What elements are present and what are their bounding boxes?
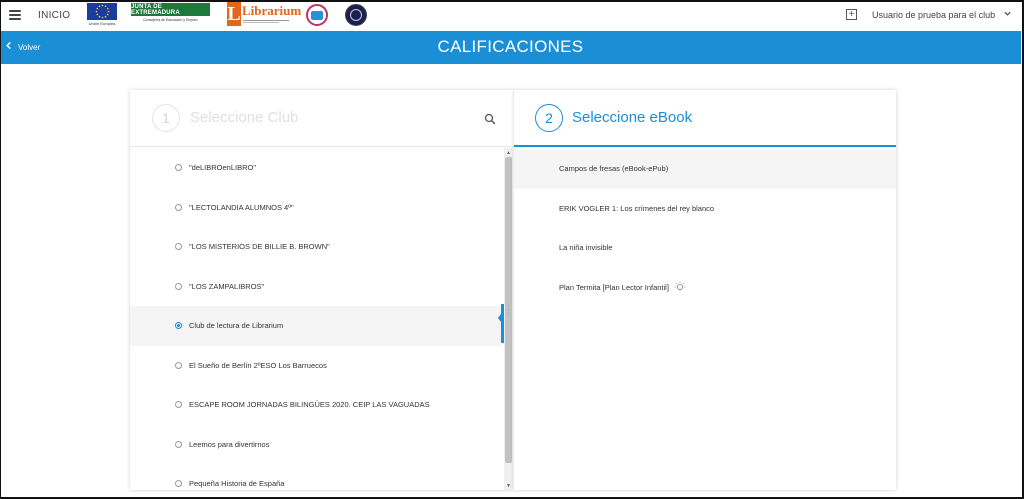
club-label: "deLIBROenLIBRO" <box>189 163 257 173</box>
club-label: El Sueño de Berlín 2ºESO Los Barruecos <box>189 360 327 370</box>
radio-button[interactable] <box>175 164 182 172</box>
librarium-logo-word: Librarium <box>242 3 302 18</box>
chevron-down-icon[interactable] <box>1003 9 1012 21</box>
partner-logo-badge <box>306 4 328 26</box>
ebook-list-item-active[interactable]: Campos de fresas (eBook-ePub) <box>514 149 896 189</box>
lightbulb-icon <box>674 281 686 293</box>
librarium-logo-letter: L <box>227 2 241 26</box>
ebook-list: Campos de fresas (eBook-ePub) ERIK VOGLE… <box>514 149 896 307</box>
club-list-scrollbar[interactable]: ▲ ▼ <box>504 148 513 490</box>
club-list-item[interactable]: ESCAPE ROOM JORNADAS BILINGÜES 2020. CEI… <box>130 385 502 425</box>
step1-number: 1 <box>152 104 180 132</box>
scroll-up-icon[interactable]: ▲ <box>504 148 513 157</box>
ebook-label: La niña invisible <box>559 243 613 253</box>
club-list-item[interactable]: "LOS ZAMPALIBROS" <box>130 267 502 307</box>
radio-button-selected[interactable] <box>175 322 182 330</box>
ebook-list-item[interactable]: ERIK VOGLER 1: Los crímenes del rey blan… <box>514 189 896 229</box>
hamburger-icon[interactable] <box>9 10 21 20</box>
librarium-logo-tagline <box>243 19 291 25</box>
panel-resize-handle[interactable]: · · · <box>506 303 511 317</box>
club-label: "LECTOLANDIA ALUMNOS 4º" <box>189 202 294 212</box>
radio-button[interactable] <box>175 203 182 211</box>
top-bar: INICIO Unión Europea JUNTA DE EXTREMADUR… <box>0 0 1024 31</box>
plus-square-icon[interactable]: + <box>846 9 857 20</box>
club-label: "LOS MISTERIOS DE BILLIE B. BROWN" <box>189 242 330 252</box>
ebook-selection-panel: 2 Seleccione eBook Campos de fresas (eBo… <box>514 90 896 490</box>
radio-button[interactable] <box>175 243 182 251</box>
search-icon[interactable] <box>484 112 496 125</box>
step2-title: Seleccione eBook <box>572 109 693 126</box>
page-header: Volver CALIFICACIONES <box>0 31 1021 64</box>
step2-number: 2 <box>535 104 563 132</box>
inicio-link[interactable]: INICIO <box>38 10 70 21</box>
club-list-item-selected[interactable]: Club de lectura de Librarium <box>130 306 502 346</box>
ebook-list-item[interactable]: La niña invisible <box>514 228 896 268</box>
club-list-item[interactable]: "deLIBROenLIBRO" <box>130 148 502 188</box>
user-menu-label[interactable]: Usuario de prueba para el club <box>872 10 995 20</box>
radio-button[interactable] <box>175 282 182 290</box>
scroll-down-icon[interactable]: ▼ <box>504 481 513 490</box>
radio-button[interactable] <box>175 401 182 409</box>
radio-button[interactable] <box>175 440 182 448</box>
club-list-item[interactable]: "LOS MISTERIOS DE BILLIE B. BROWN" <box>130 227 502 267</box>
ebook-label: Campos de fresas (eBook-ePub) <box>559 164 669 174</box>
partner-logo-seal <box>345 4 367 26</box>
club-label: Club de lectura de Librarium <box>189 321 284 331</box>
junta-logo-label: JUNTA DE EXTREMADURA <box>131 3 210 16</box>
step2-header: 2 Seleccione eBook <box>514 90 896 147</box>
radio-button[interactable] <box>175 480 182 488</box>
librarium-logo: L Librarium <box>227 2 301 28</box>
eu-logo: Unión Europea <box>87 3 117 27</box>
club-label: Leemos para divertirnos <box>189 439 270 449</box>
junta-logo-sub: Consejería de Educación y Empleo <box>143 18 198 22</box>
eu-logo-caption: Unión Europea <box>88 21 116 26</box>
club-list-item[interactable]: Pequeña Historia de España <box>130 464 502 490</box>
selection-indicator-arrow <box>498 310 504 326</box>
club-list-item[interactable]: Leemos para divertirnos <box>130 425 502 465</box>
club-label: Pequeña Historia de España <box>189 479 285 489</box>
junta-extremadura-logo: JUNTA DE EXTREMADURA Consejería de Educa… <box>131 3 210 27</box>
club-list: "deLIBROenLIBRO" "LECTOLANDIA ALUMNOS 4º… <box>130 148 502 490</box>
club-list-item[interactable]: El Sueño de Berlín 2ºESO Los Barruecos <box>130 346 502 386</box>
club-label: ESCAPE ROOM JORNADAS BILINGÜES 2020. CEI… <box>189 400 430 410</box>
ebook-label: ERIK VOGLER 1: Los crímenes del rey blan… <box>559 203 715 213</box>
club-label: "LOS ZAMPALIBROS" <box>189 281 265 291</box>
club-selection-panel: 1 Seleccione Club "deLIBROenLIBRO" "LECT… <box>130 90 514 490</box>
step1-header: 1 Seleccione Club <box>130 90 514 147</box>
ebook-list-item[interactable]: Plan Termita [Plan Lector Infantil] <box>514 268 896 308</box>
club-list-item[interactable]: "LECTOLANDIA ALUMNOS 4º" <box>130 188 502 228</box>
ebook-label: Plan Termita [Plan Lector Infantil] <box>559 282 669 292</box>
step1-title: Seleccione Club <box>190 109 299 126</box>
radio-button[interactable] <box>175 361 182 369</box>
page-title: CALIFICACIONES <box>437 37 584 56</box>
